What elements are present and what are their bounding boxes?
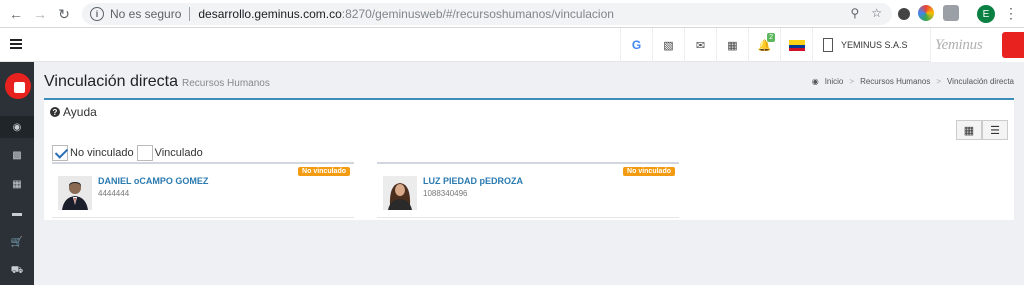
calendar-icon[interactable]: ▦ [716, 28, 748, 62]
more-menu-icon[interactable]: ⋮ [1004, 6, 1018, 20]
breadcrumb-home[interactable]: Inicio [825, 77, 844, 86]
app-header: G ▧ ✉ ▦ 🔔 2 YEMINUS S.A.S [0, 28, 1024, 62]
dashboard-icon[interactable]: ◉ [0, 116, 34, 138]
google-icon[interactable]: G [620, 28, 652, 62]
vinculacion-panel: ? Ayuda ▦ ☰ No vinculado Vinculado No vi… [44, 98, 1014, 220]
not-linked-label[interactable]: No vinculado [70, 147, 134, 159]
help-label: Ayuda [63, 105, 97, 119]
address-separator [189, 7, 191, 21]
employee-card[interactable]: No vinculado LUZ PIEDAD pEDROZA 10883404… [377, 162, 679, 218]
extension-puzzle-icon[interactable] [943, 5, 959, 21]
reload-icon[interactable]: ↻ [52, 0, 76, 28]
info-icon[interactable]: i [90, 7, 104, 21]
help-link[interactable]: ? Ayuda [50, 105, 97, 119]
page-title-text: Vinculación directa [44, 73, 179, 90]
employee-document: 4444444 [98, 189, 130, 198]
building-icon [823, 38, 833, 52]
page-title: Vinculación directa Recursos Humanos [44, 73, 270, 91]
url-path: :8270/geminusweb/#/recursoshumanos/vincu… [341, 7, 614, 21]
truck-icon[interactable]: ⛟ [0, 260, 34, 282]
breadcrumb-current: Vinculación directa [946, 77, 1014, 86]
employee-card[interactable]: No vinculado DANIEL oCAMPO GOMEZ 4444444 [52, 162, 354, 218]
not-linked-checkbox[interactable] [52, 145, 68, 161]
laptop-icon[interactable]: ▧ [652, 28, 684, 62]
colombia-flag-icon[interactable] [780, 28, 812, 62]
zoom-icon[interactable]: ⚲ [850, 6, 859, 20]
document-icon[interactable]: ▩ [0, 144, 34, 166]
company-name: YEMINUS S.A.S [841, 40, 908, 50]
puzzle-logo-icon [1002, 32, 1024, 58]
security-label: No es seguro [110, 7, 182, 21]
view-toggle: ▦ ☰ [956, 120, 1008, 140]
bookmark-star-icon[interactable]: ☆ [871, 6, 882, 20]
breadcrumb-separator: > [849, 77, 855, 86]
status-badge: No vinculado [298, 167, 350, 176]
status-filters: No vinculado Vinculado [52, 145, 206, 161]
page-subtitle: Recursos Humanos [182, 78, 270, 89]
linked-checkbox[interactable] [136, 145, 153, 161]
linked-label[interactable]: Vinculado [155, 147, 203, 159]
main-content: Vinculación directa Recursos Humanos ◉ In… [34, 62, 1024, 285]
status-badge: No vinculado [623, 167, 675, 176]
back-icon[interactable]: ← [4, 0, 28, 28]
brand-logo: Yeminus [930, 28, 1024, 62]
employee-document: 1088340496 [423, 189, 468, 198]
table-icon[interactable]: ▦ [0, 173, 34, 195]
grid-view-icon[interactable]: ▦ [956, 120, 982, 140]
chrome-extension-icon[interactable] [918, 5, 934, 21]
browser-toolbar: ← → ↻ i No es seguro desarrollo.geminus.… [0, 0, 1024, 28]
employee-photo [383, 176, 417, 210]
brand-wordmark: Yeminus [935, 36, 983, 53]
url-host: desarrollo.geminus.com.co [198, 7, 342, 21]
notification-badge: 2 [767, 33, 775, 42]
list-view-icon[interactable]: ☰ [982, 120, 1008, 140]
employee-name[interactable]: LUZ PIEDAD pEDROZA [423, 176, 523, 186]
extension-icon[interactable] [898, 8, 910, 20]
sidebar: ◉ ▩ ▦ ▬ 🛒 ⛟ [0, 62, 34, 285]
app-logo-icon[interactable] [5, 73, 31, 99]
cart-icon[interactable]: 🛒 [0, 231, 34, 253]
company-selector[interactable]: YEMINUS S.A.S [812, 28, 918, 62]
employee-name[interactable]: DANIEL oCAMPO GOMEZ [98, 176, 208, 186]
employee-photo [58, 176, 92, 210]
hamburger-icon[interactable] [10, 39, 22, 49]
question-icon: ? [50, 107, 60, 117]
forward-icon[interactable]: → [28, 0, 52, 28]
credit-card-icon[interactable]: ▬ [0, 202, 34, 224]
profile-avatar[interactable]: E [977, 5, 995, 23]
breadcrumb-separator: > [936, 77, 941, 86]
mail-icon[interactable]: ✉ [684, 28, 716, 62]
breadcrumb: ◉ Inicio > Recursos Humanos > Vinculació… [812, 77, 1014, 86]
dashboard-icon: ◉ [811, 77, 819, 86]
notifications-bell-icon[interactable]: 🔔 2 [748, 28, 780, 62]
breadcrumb-module[interactable]: Recursos Humanos [860, 77, 930, 86]
address-bar[interactable]: i No es seguro desarrollo.geminus.com.co… [82, 3, 892, 25]
